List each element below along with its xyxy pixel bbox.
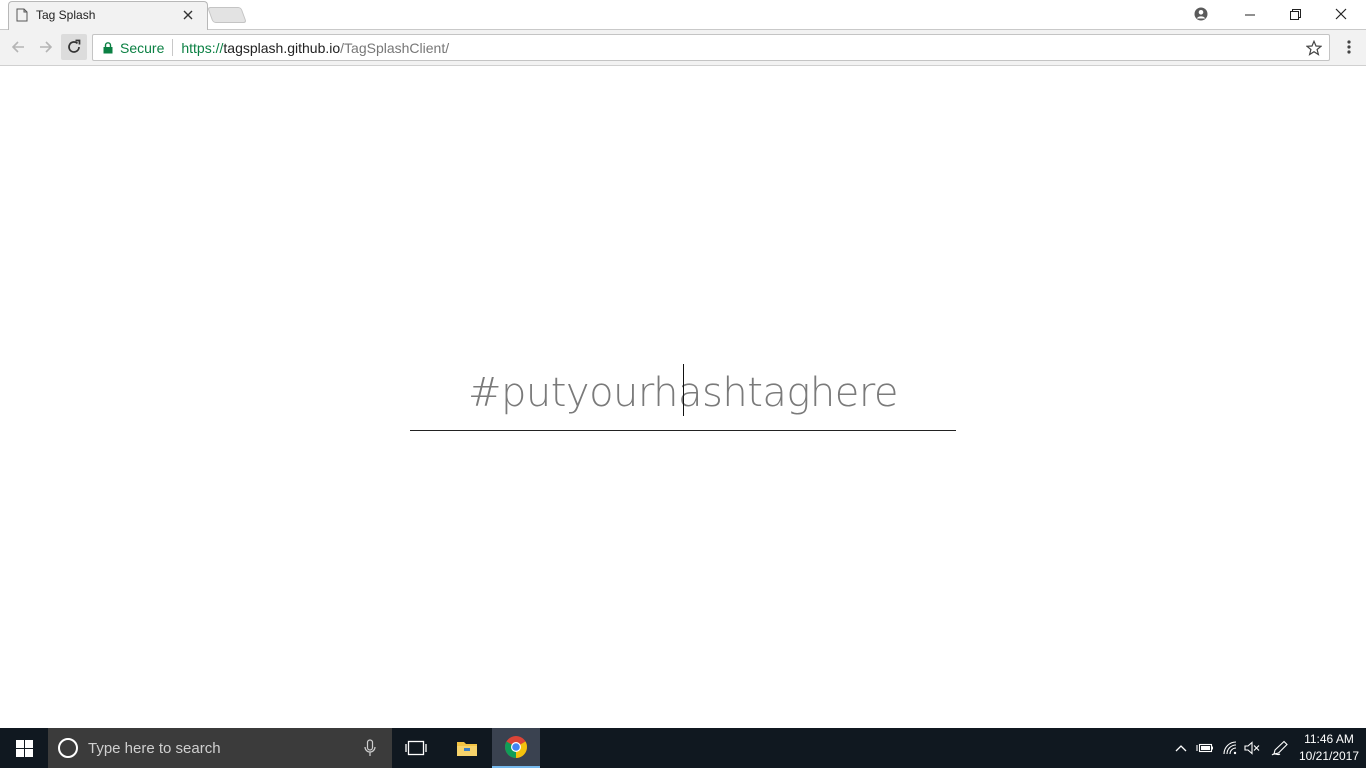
omnibox-separator bbox=[172, 39, 174, 56]
text-caret bbox=[683, 364, 684, 416]
hashtag-field bbox=[410, 360, 956, 431]
tab-title: Tag Splash bbox=[36, 7, 96, 22]
chrome-taskbar-icon[interactable] bbox=[492, 728, 540, 768]
taskbar-search-box[interactable]: Type here to search bbox=[48, 728, 392, 768]
page-content bbox=[0, 67, 1366, 728]
new-tab-button[interactable] bbox=[207, 7, 247, 23]
volume-muted-icon[interactable] bbox=[1241, 728, 1263, 768]
file-explorer-icon[interactable] bbox=[443, 728, 491, 768]
bookmark-star-icon[interactable] bbox=[1305, 39, 1323, 57]
clock-time: 11:46 AM bbox=[1304, 732, 1354, 746]
windows-start-icon[interactable] bbox=[0, 728, 48, 768]
microphone-icon[interactable] bbox=[360, 738, 380, 758]
browser-titlebar: Tag Splash bbox=[0, 0, 1366, 30]
reload-icon[interactable] bbox=[61, 34, 87, 60]
minimize-icon[interactable] bbox=[1227, 0, 1273, 28]
forward-arrow-icon[interactable] bbox=[33, 34, 59, 60]
browser-toolbar: Secure https://tagsplash.github.io/TagSp… bbox=[0, 30, 1366, 66]
url-path: /TagSplashClient/ bbox=[340, 39, 450, 56]
url-text[interactable]: https://tagsplash.github.io/TagSplashCli… bbox=[181, 40, 449, 56]
secure-label[interactable]: Secure bbox=[120, 40, 164, 56]
wifi-icon[interactable] bbox=[1219, 728, 1241, 768]
url-host: tagsplash.github.io bbox=[223, 39, 341, 56]
windows-taskbar: Type here to search 11:46 AM 10/21/2017 bbox=[0, 728, 1366, 768]
close-window-icon[interactable] bbox=[1318, 0, 1364, 28]
back-arrow-icon[interactable] bbox=[5, 34, 31, 60]
lock-icon bbox=[101, 41, 115, 55]
profile-icon[interactable] bbox=[1178, 0, 1224, 28]
taskbar-search-placeholder: Type here to search bbox=[88, 739, 221, 757]
show-hidden-icons-chevron-icon[interactable] bbox=[1170, 728, 1192, 768]
address-bar[interactable]: Secure https://tagsplash.github.io/TagSp… bbox=[92, 34, 1330, 61]
tab-content: Tag Splash bbox=[16, 0, 206, 29]
task-view-icon[interactable] bbox=[392, 728, 440, 768]
clock-date: 10/21/2017 bbox=[1298, 749, 1360, 763]
pen-ink-workspace-icon[interactable] bbox=[1268, 728, 1292, 768]
battery-icon[interactable] bbox=[1194, 728, 1216, 768]
url-scheme: https:// bbox=[181, 39, 224, 56]
page-icon bbox=[16, 8, 28, 21]
taskbar-clock[interactable]: 11:46 AM 10/21/2017 bbox=[1296, 728, 1362, 768]
kebab-menu-icon[interactable] bbox=[1338, 34, 1360, 60]
restore-icon[interactable] bbox=[1272, 0, 1318, 28]
tab-close-icon[interactable] bbox=[180, 7, 196, 23]
cortana-icon bbox=[58, 738, 78, 758]
